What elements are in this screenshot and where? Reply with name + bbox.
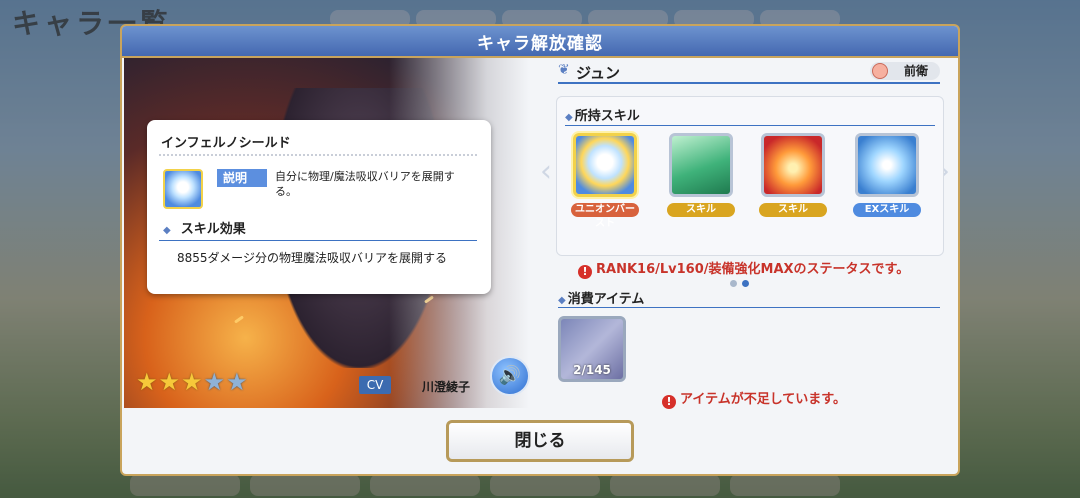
tooltip-skill-name: インフェルノシールド bbox=[161, 136, 291, 151]
tooltip-effect-text: 8855ダメージ分の物理魔法吸収バリアを展開する bbox=[177, 251, 447, 265]
tooltip-effect-label: ◆ スキル効果 bbox=[163, 222, 246, 237]
skill-section-title: ◆ 所持スキル bbox=[565, 109, 640, 124]
leaf-icon: ❦ bbox=[558, 62, 570, 78]
ice-shard-icon bbox=[855, 133, 919, 197]
speaker-icon: 🔊 bbox=[498, 365, 522, 386]
skill-ex[interactable]: EXスキル bbox=[853, 133, 921, 217]
skill-tooltip: インフェルノシールド 説明 自分に物理/魔法吸収バリアを展開する。 ◆ スキル効果… bbox=[147, 120, 491, 294]
memory-piece-item[interactable]: 2/145 bbox=[558, 316, 626, 382]
skill-1[interactable]: スキル bbox=[667, 133, 735, 217]
skill-tag: スキル bbox=[667, 203, 735, 217]
star-empty-icon: ★ bbox=[226, 368, 248, 396]
skill-panel: ◆ 所持スキル ユニオンバースト スキル スキル EXスキル bbox=[556, 96, 944, 256]
tooltip-desc-label: 説明 bbox=[217, 169, 267, 187]
rarity-stars: ★ ★ ★ ★ ★ bbox=[136, 370, 248, 394]
skill-union-burst[interactable]: ユニオンバースト bbox=[571, 133, 639, 229]
position-label: 前衛 bbox=[903, 64, 928, 78]
position-badge: 前衛 bbox=[870, 62, 940, 80]
dialog-title: キャラ解放確認 bbox=[477, 34, 603, 54]
item-count: 2/145 bbox=[573, 363, 611, 377]
skill-prev-arrow[interactable]: ‹ bbox=[540, 154, 552, 189]
dialog-title-bar: キャラ解放確認 bbox=[122, 26, 958, 58]
character-header: ❦ ジュン 前衛 bbox=[558, 60, 940, 84]
shield-burst-icon bbox=[163, 169, 203, 209]
star-icon: ★ bbox=[181, 368, 203, 396]
tooltip-description: 自分に物理/魔法吸収バリアを展開する。 bbox=[275, 170, 455, 198]
skill-tag: スキル bbox=[759, 203, 827, 217]
skill-tag: ユニオンバースト bbox=[571, 203, 639, 229]
character-name: ジュン bbox=[576, 64, 620, 82]
voice-play-button[interactable]: 🔊 bbox=[490, 356, 530, 396]
position-icon bbox=[872, 63, 888, 79]
star-empty-icon: ★ bbox=[203, 368, 226, 396]
page-indicator bbox=[730, 280, 749, 287]
star-icon: ★ bbox=[136, 368, 158, 396]
skill-2[interactable]: スキル bbox=[759, 133, 827, 217]
fire-sword-icon bbox=[761, 133, 825, 197]
cv-badge: CV bbox=[359, 376, 391, 394]
alert-icon: ! bbox=[578, 265, 592, 279]
item-shortage-warning: ! アイテムが不足しています。 bbox=[662, 388, 846, 409]
shield-burst-icon bbox=[573, 133, 637, 197]
voice-actor-name: 川澄綾子 bbox=[422, 380, 471, 394]
status-note: ! RANK16/Lv160/装備強化MAXのステータスです。 bbox=[578, 258, 909, 279]
sword-plant-icon bbox=[669, 133, 733, 197]
close-button[interactable]: 閉じる bbox=[446, 420, 634, 462]
alert-icon: ! bbox=[662, 395, 676, 409]
skill-tag: EXスキル bbox=[853, 203, 921, 217]
star-icon: ★ bbox=[158, 368, 181, 396]
consume-section-title: ◆ 消費アイテム bbox=[558, 292, 645, 307]
